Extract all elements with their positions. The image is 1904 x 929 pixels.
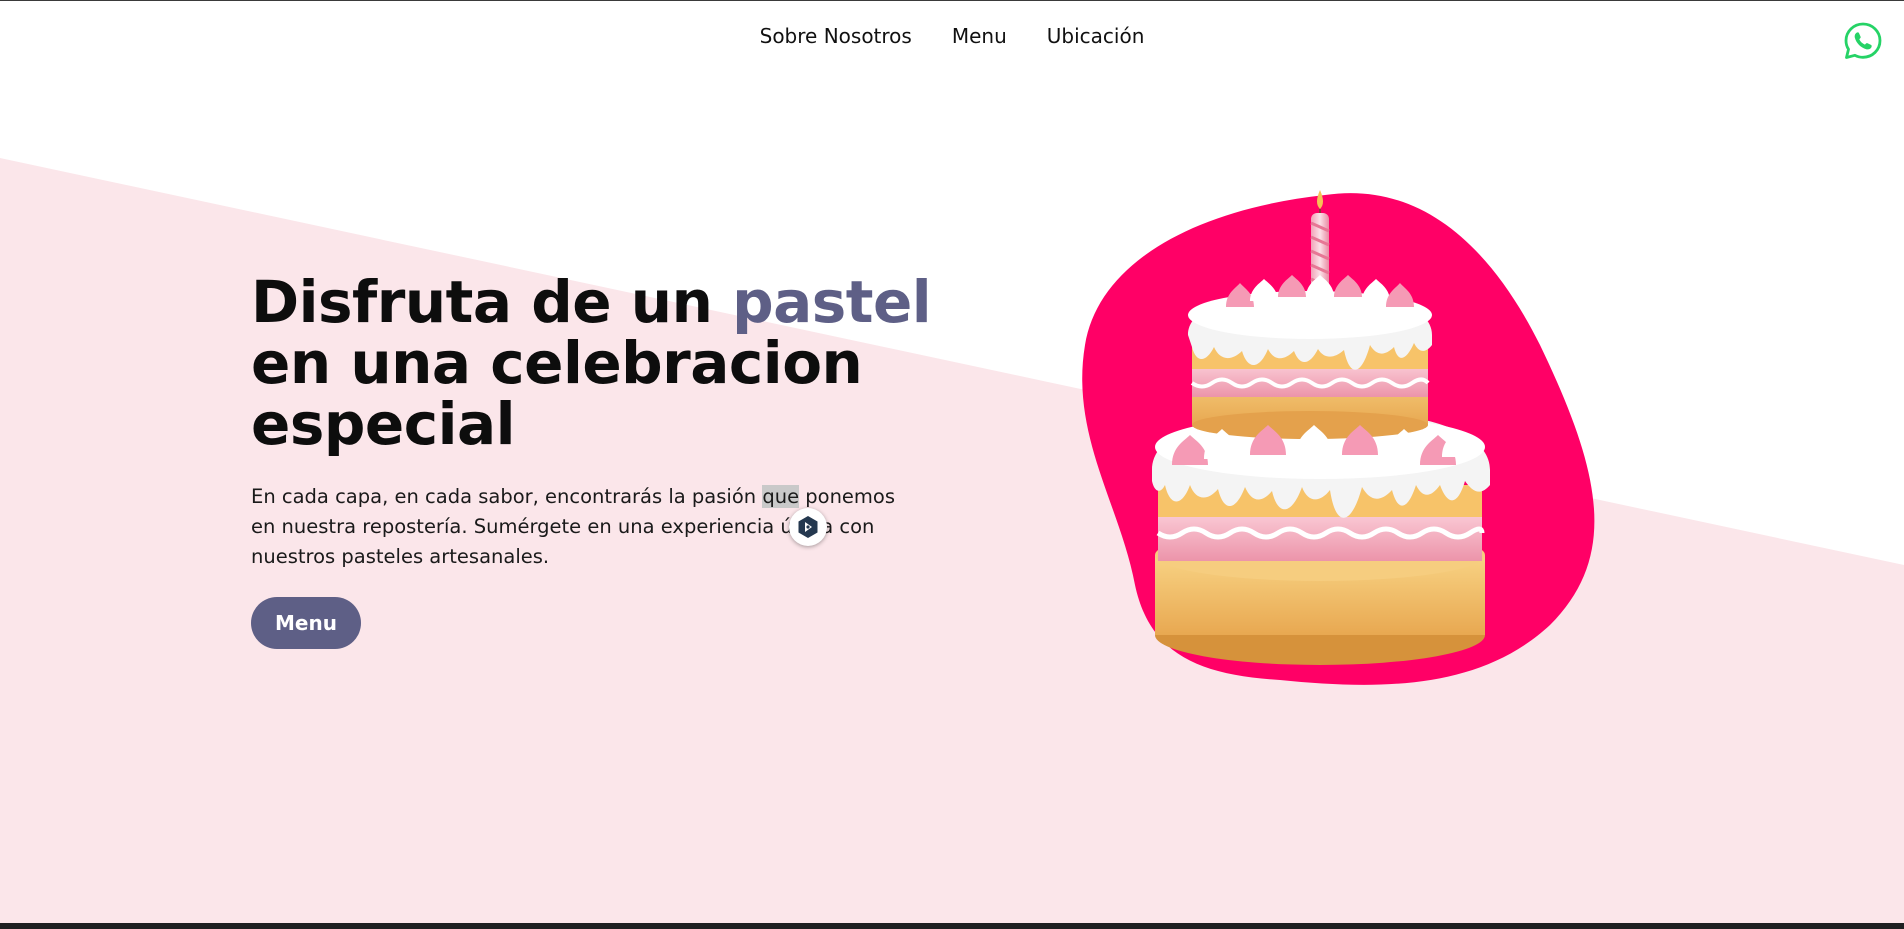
hero-title-accent: pastel <box>732 268 932 336</box>
pink-slanted-background <box>0 158 1904 923</box>
birthday-cake-illustration <box>1082 190 1595 685</box>
assistant-badge-icon[interactable] <box>789 508 827 546</box>
hero-text-highlight: que <box>762 485 800 508</box>
hero-title-line2: en una celebracion <box>251 329 863 397</box>
nav-menu[interactable]: Menu <box>952 24 1007 48</box>
main-nav: Sobre Nosotros Menu Ubicación <box>0 24 1904 48</box>
hero-text-before: En cada capa, en cada sabor, encontrarás… <box>251 485 763 508</box>
hero-title: Disfruta de un pastel en una celebracion… <box>251 272 932 458</box>
hero-title-line3: especial <box>251 390 516 458</box>
nav-sobre-nosotros[interactable]: Sobre Nosotros <box>760 24 912 48</box>
menu-button[interactable]: Menu <box>251 597 361 649</box>
bottom-bar <box>0 923 1904 929</box>
hero-title-part1: Disfruta de un <box>251 268 733 336</box>
nav-ubicacion[interactable]: Ubicación <box>1047 24 1145 48</box>
whatsapp-icon[interactable] <box>1843 21 1883 61</box>
